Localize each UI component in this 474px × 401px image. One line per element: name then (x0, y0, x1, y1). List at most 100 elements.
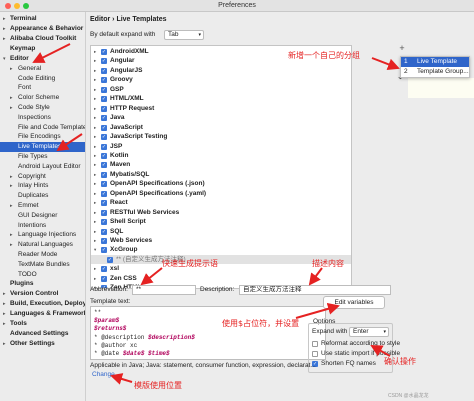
chevron-icon[interactable]: ▸ (10, 103, 13, 113)
sidebar-item[interactable]: ▸ Inlay Hints (0, 181, 85, 191)
template-text-editor[interactable]: ** $param$ $returns$ * @description $descr… (90, 306, 326, 360)
enabled-checkbox[interactable]: ✓ (101, 96, 107, 103)
template-group[interactable]: ▸ ✓ OpenAPI Specifications (.json) (91, 179, 351, 189)
enabled-checkbox[interactable]: ✓ (101, 275, 107, 282)
checkbox-box[interactable] (312, 340, 318, 347)
sidebar-item[interactable]: ▸ Build, Execution, Deployment (0, 299, 85, 309)
sidebar-item[interactable]: Live Templates (0, 142, 85, 153)
template-group[interactable]: ▸ ✓ Shell Script (91, 217, 351, 227)
expand-toggle-icon[interactable]: ▸ (94, 236, 96, 246)
template-group[interactable]: ▸ ✓ Web Services (91, 236, 351, 246)
enabled-checkbox[interactable]: ✓ (101, 200, 107, 207)
enabled-checkbox[interactable]: ✓ (101, 219, 107, 226)
sidebar-item[interactable]: TextMate Bundles (0, 260, 85, 270)
default-expand-select[interactable]: Tab ▾ (164, 30, 204, 40)
enabled-checkbox[interactable]: ✓ (101, 247, 107, 254)
expand-toggle-icon[interactable]: ▸ (94, 160, 96, 170)
chevron-icon[interactable]: ▸ (10, 93, 13, 103)
chevron-icon[interactable]: ▸ (10, 181, 13, 191)
sidebar-item[interactable]: ▸ Appearance & Behavior (0, 24, 85, 34)
sidebar-item[interactable]: Intentions (0, 221, 85, 231)
template-group[interactable]: ▸ ✓ JSP (91, 142, 351, 152)
menu-item-live-template[interactable]: 1 Live Template (401, 57, 469, 67)
expand-toggle-icon[interactable]: ▸ (94, 217, 96, 227)
sidebar-item[interactable]: ▸ Code Style (0, 103, 85, 113)
sidebar-item[interactable]: Android Layout Editor (0, 162, 85, 172)
edit-variables-button[interactable]: Edit variables (323, 296, 385, 309)
expand-toggle-icon[interactable]: ▸ (94, 264, 96, 274)
enabled-checkbox[interactable]: ✓ (101, 49, 107, 55)
add-icon[interactable]: + (396, 42, 408, 54)
chevron-icon[interactable]: ▸ (3, 34, 6, 44)
sidebar-item[interactable]: ▸ Copyright (0, 172, 85, 182)
expand-toggle-icon[interactable]: ▸ (94, 104, 96, 114)
expand-toggle-icon[interactable]: ▸ (94, 85, 96, 95)
sidebar-item[interactable]: Reader Mode (0, 250, 85, 260)
enabled-checkbox[interactable]: ✓ (101, 228, 107, 235)
template-group[interactable]: ▸ ✓ RESTful Web Services (91, 208, 351, 218)
enabled-checkbox[interactable]: ✓ (101, 115, 107, 122)
expand-toggle-icon[interactable]: ▸ (94, 75, 96, 85)
expand-toggle-icon[interactable]: ▸ (94, 132, 96, 142)
enabled-checkbox[interactable]: ✓ (101, 124, 107, 131)
sidebar-item[interactable]: ▸ Language Injections (0, 230, 85, 240)
chevron-icon[interactable]: ▸ (3, 299, 6, 309)
template-group[interactable]: ▸ ✓ OpenAPI Specifications (.yaml) (91, 189, 351, 199)
template-group[interactable]: ▸ ✓ GSP (91, 85, 351, 95)
menu-item-template-group[interactable]: 2 Template Group... (401, 67, 469, 77)
sidebar-item[interactable]: ▸ Terminal (0, 14, 85, 24)
sidebar-item[interactable]: File Encodings (0, 132, 85, 142)
chevron-icon[interactable]: ▾ (3, 54, 6, 64)
sidebar-item[interactable]: ▸ Natural Languages (0, 240, 85, 250)
sidebar-item[interactable]: Inspections (0, 113, 85, 123)
enabled-checkbox[interactable]: ✓ (101, 134, 107, 141)
chevron-icon[interactable]: ▸ (3, 339, 6, 349)
expand-toggle-icon[interactable]: ▸ (94, 66, 96, 76)
sidebar-item[interactable]: Advanced Settings (0, 329, 85, 339)
sidebar-item[interactable]: ▸ Version Control (0, 289, 85, 299)
template-group[interactable]: ▸ ✓ Kotlin (91, 151, 351, 161)
enabled-checkbox[interactable]: ✓ (101, 238, 107, 244)
enabled-checkbox[interactable]: ✓ (101, 266, 107, 273)
sidebar-item[interactable]: ▸ Tools (0, 319, 85, 329)
enabled-checkbox[interactable]: ✓ (101, 105, 107, 112)
template-group[interactable]: ▸ ✓ Groovy (91, 75, 351, 85)
enabled-checkbox[interactable]: ✓ (101, 67, 107, 74)
sidebar-item[interactable]: Keymap (0, 44, 85, 54)
enabled-checkbox[interactable]: ✓ (101, 143, 107, 150)
enabled-checkbox[interactable]: ✓ (101, 181, 107, 188)
checkbox-box[interactable] (312, 350, 318, 357)
sidebar-item[interactable]: ▸ Languages & Frameworks (0, 309, 85, 319)
expand-toggle-icon[interactable]: ▸ (94, 274, 96, 284)
sidebar-item[interactable]: ▸ Color Scheme (0, 93, 85, 103)
sidebar-item[interactable]: File and Code Templates (0, 123, 85, 133)
chevron-icon[interactable]: ▸ (10, 64, 13, 74)
chevron-icon[interactable]: ▸ (3, 24, 6, 34)
template-group[interactable]: ▸ ✓ Maven (91, 160, 351, 170)
template-group[interactable]: ▸ ✓ HTTP Request (91, 104, 351, 114)
enabled-checkbox[interactable]: ✓ (101, 190, 107, 197)
enabled-checkbox[interactable]: ✓ (101, 171, 107, 178)
enabled-checkbox[interactable]: ✓ (101, 152, 107, 159)
chevron-icon[interactable]: ▸ (10, 230, 13, 240)
chevron-icon[interactable]: ▸ (10, 172, 13, 182)
enabled-checkbox[interactable]: ✓ (101, 162, 107, 169)
expand-toggle-icon[interactable]: ▸ (94, 56, 96, 66)
template-group[interactable]: ▸ ✓ React (91, 198, 351, 208)
expand-toggle-icon[interactable]: ▸ (94, 208, 96, 218)
sidebar-item[interactable]: ▾ Editor (0, 54, 85, 64)
template-group[interactable]: ▸ ✓ Zen CSS (91, 274, 351, 284)
template-group[interactable]: ▸ ✓ Java (91, 113, 351, 123)
expand-with-select[interactable]: Enter ▾ (349, 327, 389, 337)
chevron-icon[interactable]: ▸ (3, 319, 6, 329)
template-group[interactable]: ▸ ✓ JavaScript Testing (91, 132, 351, 142)
expand-toggle-icon[interactable]: ▸ (94, 123, 96, 133)
change-contexts-link[interactable]: Change (92, 371, 115, 378)
sidebar-item[interactable]: GUI Designer (0, 211, 85, 221)
template-group[interactable]: ▸ ✓ HTML/XML (91, 94, 351, 104)
sidebar-item[interactable]: ▸ Emmet (0, 201, 85, 211)
sidebar-item[interactable]: ▸ Alibaba Cloud Toolkit (0, 34, 85, 44)
template-group[interactable]: ▸ ✓ AngularJS (91, 66, 351, 76)
enabled-checkbox[interactable]: ✓ (107, 256, 113, 263)
enabled-checkbox[interactable]: ✓ (101, 209, 107, 216)
